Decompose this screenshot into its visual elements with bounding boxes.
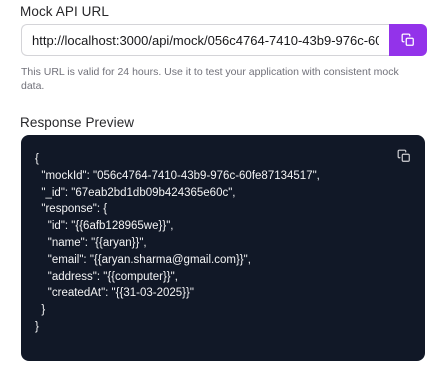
copy-json-button[interactable] [393, 145, 415, 167]
url-validity-note: This URL is valid for 24 hours. Use it t… [21, 66, 399, 92]
mock-api-url-row [21, 24, 427, 56]
mock-api-url-field[interactable] [21, 24, 389, 56]
response-preview-code: { "mockId": "056c4764-7410-43b9-976c-60f… [21, 135, 425, 361]
response-json: { "mockId": "056c4764-7410-43b9-976c-60f… [35, 153, 320, 333]
copy-url-button[interactable] [389, 24, 427, 56]
response-preview-label: Response Preview [20, 115, 135, 130]
copy-icon [397, 149, 411, 163]
mock-api-url-label: Mock API URL [20, 4, 109, 19]
copy-icon [401, 33, 415, 47]
mock-api-panel: Mock API URL This URL is valid for 24 ho… [0, 0, 445, 370]
